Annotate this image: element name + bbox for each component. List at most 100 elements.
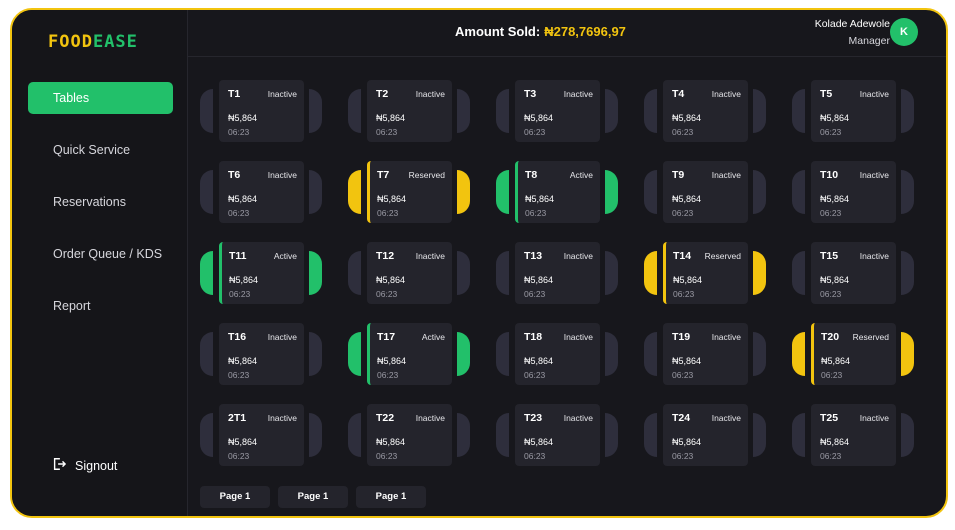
table-status: Inactive xyxy=(563,413,593,423)
table-time: 06:23 xyxy=(820,127,842,137)
table-seat-right xyxy=(605,251,618,295)
table-card[interactable]: T19 Inactive ₦5,864 06:23 xyxy=(644,323,766,387)
table-time: 06:23 xyxy=(228,370,250,380)
table-seat-left xyxy=(348,89,361,133)
table-status: Inactive xyxy=(859,251,889,261)
table-seat-right xyxy=(309,89,322,133)
table-card[interactable]: T5 Inactive ₦5,864 06:23 xyxy=(792,80,914,144)
table-name: T8 xyxy=(525,169,538,181)
table-name: T20 xyxy=(821,331,840,343)
table-seat-left xyxy=(200,251,213,295)
table-name: T3 xyxy=(524,88,537,100)
table-card[interactable]: T13 Inactive ₦5,864 06:23 xyxy=(496,242,618,306)
table-seat-right xyxy=(901,332,914,376)
table-card[interactable]: T16 Inactive ₦5,864 06:23 xyxy=(200,323,322,387)
table-card[interactable]: T3 Inactive ₦5,864 06:23 xyxy=(496,80,618,144)
signout-button[interactable]: Signout xyxy=(52,457,117,474)
table-card[interactable]: T14 Reserved ₦5,864 06:23 xyxy=(644,242,766,306)
table-price: ₦5,864 xyxy=(376,275,406,285)
table-time: 06:23 xyxy=(524,370,546,380)
header: Amount Sold: ₦278,7696,97 Kolade Adewole … xyxy=(187,10,946,57)
table-card[interactable]: T12 Inactive ₦5,864 06:23 xyxy=(348,242,470,306)
table-card-body: T24 Inactive ₦5,864 06:23 xyxy=(663,404,748,466)
table-time: 06:23 xyxy=(524,127,546,137)
table-price: ₦5,864 xyxy=(672,437,702,447)
avatar[interactable]: K xyxy=(890,18,918,46)
sidebar-item-reservations[interactable]: Reservations xyxy=(28,186,173,218)
table-seat-right xyxy=(457,89,470,133)
table-seat-left xyxy=(200,332,213,376)
table-name: T18 xyxy=(524,331,543,343)
table-price: ₦5,864 xyxy=(524,113,554,123)
table-seat-left xyxy=(644,332,657,376)
table-price: ₦5,864 xyxy=(672,356,702,366)
page-button[interactable]: Page 1 xyxy=(200,486,270,508)
table-card-body: T23 Inactive ₦5,864 06:23 xyxy=(515,404,600,466)
table-card[interactable]: T20 Reserved ₦5,864 06:23 xyxy=(792,323,914,387)
table-card[interactable]: 2T1 Inactive ₦5,864 06:23 xyxy=(200,404,322,468)
table-card-body: T15 Inactive ₦5,864 06:23 xyxy=(811,242,896,304)
table-price: ₦5,864 xyxy=(821,356,851,366)
table-seat-left xyxy=(496,89,509,133)
table-card[interactable]: T15 Inactive ₦5,864 06:23 xyxy=(792,242,914,306)
signout-icon xyxy=(52,457,67,474)
table-time: 06:23 xyxy=(377,208,399,218)
table-card-body: T25 Inactive ₦5,864 06:23 xyxy=(811,404,896,466)
sidebar-item-tables[interactable]: Tables xyxy=(28,82,173,114)
table-card[interactable]: T6 Inactive ₦5,864 06:23 xyxy=(200,161,322,225)
table-card-body: T20 Reserved ₦5,864 06:23 xyxy=(811,323,896,385)
table-card-body: 2T1 Inactive ₦5,864 06:23 xyxy=(219,404,304,466)
user-info[interactable]: Kolade Adewole Manager xyxy=(815,18,890,47)
table-card[interactable]: T17 Active ₦5,864 06:23 xyxy=(348,323,470,387)
table-card[interactable]: T24 Inactive ₦5,864 06:23 xyxy=(644,404,766,468)
table-seat-right xyxy=(309,251,322,295)
table-status: Inactive xyxy=(859,89,889,99)
sidebar-item-quick-service[interactable]: Quick Service xyxy=(28,134,173,166)
table-card[interactable]: T9 Inactive ₦5,864 06:23 xyxy=(644,161,766,225)
table-card[interactable]: T18 Inactive ₦5,864 06:23 xyxy=(496,323,618,387)
table-status: Reserved xyxy=(852,332,889,342)
table-name: T2 xyxy=(376,88,389,100)
table-time: 06:23 xyxy=(820,208,842,218)
sidebar: FOODEASE Tables Quick Service Reservatio… xyxy=(12,10,188,516)
page-button[interactable]: Page 1 xyxy=(356,486,426,508)
table-status: Reserved xyxy=(408,170,445,180)
table-name: T11 xyxy=(229,250,247,262)
table-seat-right xyxy=(753,251,766,295)
table-seat-left xyxy=(200,89,213,133)
table-status: Inactive xyxy=(267,89,297,99)
table-card[interactable]: T10 Inactive ₦5,864 06:23 xyxy=(792,161,914,225)
table-card[interactable]: T2 Inactive ₦5,864 06:23 xyxy=(348,80,470,144)
table-status: Inactive xyxy=(711,332,741,342)
table-card-body: T2 Inactive ₦5,864 06:23 xyxy=(367,80,452,142)
table-seat-left xyxy=(792,170,805,214)
page-button[interactable]: Page 1 xyxy=(278,486,348,508)
table-card[interactable]: T1 Inactive ₦5,864 06:23 xyxy=(200,80,322,144)
table-card[interactable]: T23 Inactive ₦5,864 06:23 xyxy=(496,404,618,468)
table-card[interactable]: T11 Active ₦5,864 06:23 xyxy=(200,242,322,306)
sidebar-item-order-queue[interactable]: Order Queue / KDS xyxy=(28,238,173,270)
table-card[interactable]: T22 Inactive ₦5,864 06:23 xyxy=(348,404,470,468)
user-role: Manager xyxy=(848,35,890,47)
table-seat-right xyxy=(457,413,470,457)
table-price: ₦5,864 xyxy=(377,194,407,204)
table-status: Inactive xyxy=(267,413,297,423)
table-seat-left xyxy=(348,332,361,376)
table-card-body: T18 Inactive ₦5,864 06:23 xyxy=(515,323,600,385)
table-card[interactable]: T8 Active ₦5,864 06:23 xyxy=(496,161,618,225)
table-price: ₦5,864 xyxy=(525,194,555,204)
table-time: 06:23 xyxy=(672,370,694,380)
table-card[interactable]: T7 Reserved ₦5,864 06:23 xyxy=(348,161,470,225)
table-status: Inactive xyxy=(415,413,445,423)
table-time: 06:23 xyxy=(376,289,398,299)
table-card[interactable]: T25 Inactive ₦5,864 06:23 xyxy=(792,404,914,468)
table-seat-right xyxy=(605,89,618,133)
table-seat-left xyxy=(792,89,805,133)
table-card[interactable]: T4 Inactive ₦5,864 06:23 xyxy=(644,80,766,144)
table-seat-right xyxy=(457,251,470,295)
table-name: T14 xyxy=(673,250,692,262)
table-time: 06:23 xyxy=(524,451,546,461)
sidebar-item-report[interactable]: Report xyxy=(28,290,173,322)
table-seat-left xyxy=(348,170,361,214)
table-seat-right xyxy=(753,89,766,133)
